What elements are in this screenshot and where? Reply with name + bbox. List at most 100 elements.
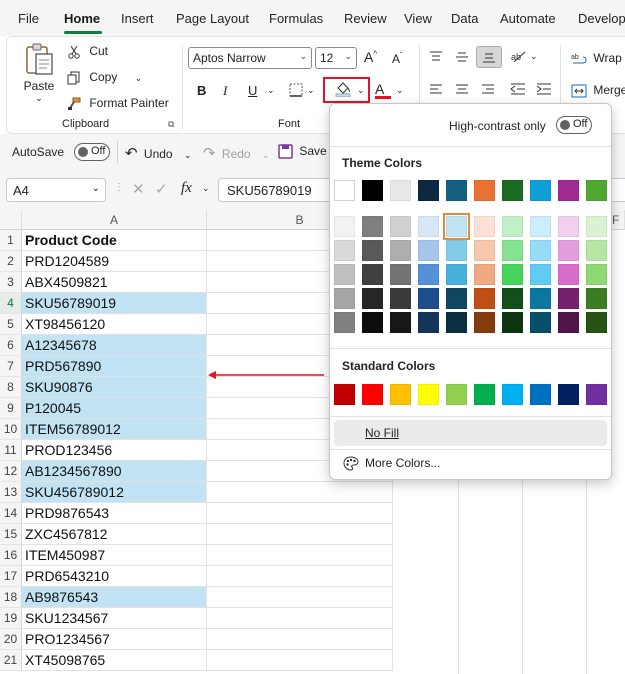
row-header[interactable]: 5 — [0, 314, 22, 335]
tab-view[interactable]: View — [404, 11, 432, 26]
high-contrast-toggle[interactable]: Off — [556, 116, 592, 134]
table-cell[interactable]: PRD9876543 — [22, 503, 207, 524]
table-cell[interactable]: ITEM56789012 — [22, 419, 207, 440]
color-swatch[interactable] — [418, 288, 439, 309]
table-cell[interactable]: XT98456120 — [22, 314, 207, 335]
color-swatch[interactable] — [390, 264, 411, 285]
merge-button[interactable]: Merge — [571, 83, 625, 98]
row-header[interactable]: 14 — [0, 503, 22, 524]
color-swatch[interactable] — [390, 240, 411, 261]
table-cell[interactable]: AB9876543 — [22, 587, 207, 608]
color-swatch[interactable] — [474, 240, 495, 261]
color-swatch[interactable] — [334, 264, 355, 285]
tab-insert[interactable]: Insert — [121, 11, 154, 26]
color-swatch[interactable] — [530, 240, 551, 261]
empty-cell[interactable] — [207, 545, 393, 566]
empty-cell[interactable] — [207, 608, 393, 629]
color-swatch[interactable] — [586, 384, 607, 405]
empty-cell[interactable] — [207, 587, 393, 608]
color-swatch[interactable] — [502, 384, 523, 405]
color-swatch[interactable] — [474, 216, 495, 237]
decrease-font-size-icon[interactable]: Aˇ — [392, 51, 403, 66]
color-swatch[interactable] — [443, 213, 470, 240]
color-swatch[interactable] — [362, 288, 383, 309]
row-header[interactable]: 4 — [0, 293, 22, 314]
column-header-f[interactable]: F — [612, 210, 625, 230]
empty-cell[interactable] — [207, 650, 393, 671]
align-bottom-button[interactable] — [476, 46, 502, 68]
tab-file[interactable]: File — [18, 11, 39, 26]
color-swatch[interactable] — [418, 240, 439, 261]
table-cell[interactable]: SKU90876 — [22, 377, 207, 398]
no-fill-option[interactable]: No Fill — [334, 420, 607, 446]
decrease-indent-icon[interactable] — [510, 83, 526, 98]
cancel-icon[interactable]: ✕ — [132, 180, 145, 198]
align-left-icon[interactable] — [429, 83, 443, 98]
row-header[interactable]: 1 — [0, 230, 22, 251]
table-cell[interactable]: PRO1234567 — [22, 629, 207, 650]
chevron-down-icon[interactable]: ⌄ — [307, 85, 315, 96]
row-header[interactable]: 21 — [0, 650, 22, 671]
row-header[interactable]: 9 — [0, 398, 22, 419]
tab-formulas[interactable]: Formulas — [269, 11, 323, 26]
color-swatch[interactable] — [362, 180, 383, 201]
font-size-combo[interactable]: 12 ⌄ — [315, 47, 357, 69]
column-header-a[interactable]: A — [22, 210, 207, 230]
color-swatch[interactable] — [446, 288, 467, 309]
color-swatch[interactable] — [530, 384, 551, 405]
increase-indent-icon[interactable] — [536, 83, 552, 98]
redo-button[interactable]: ↷ Redo ⌄ — [203, 144, 270, 162]
color-swatch[interactable] — [418, 384, 439, 405]
select-all-corner[interactable] — [0, 210, 22, 230]
underline-button[interactable]: U — [248, 83, 257, 98]
table-cell[interactable]: AB1234567890 — [22, 461, 207, 482]
table-cell[interactable]: P120045 — [22, 398, 207, 419]
color-swatch[interactable] — [334, 288, 355, 309]
row-header[interactable]: 15 — [0, 524, 22, 545]
row-header[interactable]: 6 — [0, 335, 22, 356]
row-header[interactable]: 8 — [0, 377, 22, 398]
table-cell[interactable]: SKU1234567 — [22, 608, 207, 629]
table-cell[interactable]: XT45098765 — [22, 650, 207, 671]
color-swatch[interactable] — [586, 240, 607, 261]
row-header[interactable]: 20 — [0, 629, 22, 650]
tab-home[interactable]: Home — [64, 11, 100, 26]
table-cell[interactable]: PRD6543210 — [22, 566, 207, 587]
color-swatch[interactable] — [530, 216, 551, 237]
row-header[interactable]: 16 — [0, 545, 22, 566]
color-swatch[interactable] — [362, 264, 383, 285]
color-swatch[interactable] — [334, 180, 355, 201]
table-cell[interactable]: ZXC4567812 — [22, 524, 207, 545]
table-cell[interactable]: SKU56789019 — [22, 293, 207, 314]
color-swatch[interactable] — [390, 312, 411, 333]
color-swatch[interactable] — [474, 288, 495, 309]
empty-cell[interactable] — [207, 566, 393, 587]
color-swatch[interactable] — [446, 384, 467, 405]
color-swatch[interactable] — [446, 312, 467, 333]
color-swatch[interactable] — [390, 384, 411, 405]
align-center-icon[interactable] — [455, 83, 469, 98]
color-swatch[interactable] — [334, 216, 355, 237]
align-right-icon[interactable] — [481, 83, 495, 98]
color-swatch[interactable] — [586, 288, 607, 309]
empty-cell[interactable] — [207, 482, 393, 503]
name-box[interactable]: A4 ⌄ — [6, 178, 106, 202]
color-swatch[interactable] — [334, 312, 355, 333]
color-swatch[interactable] — [474, 312, 495, 333]
enter-icon[interactable]: ✓ — [155, 180, 168, 198]
dialog-launcher-icon[interactable]: ⧉ — [168, 119, 174, 130]
insert-function-button[interactable]: fx — [181, 180, 192, 197]
color-swatch[interactable] — [502, 312, 523, 333]
header-cell[interactable]: Product Code — [22, 230, 207, 251]
table-cell[interactable]: PRD1204589 — [22, 251, 207, 272]
row-header[interactable]: 2 — [0, 251, 22, 272]
autosave-toggle[interactable]: Off — [74, 143, 110, 161]
row-header[interactable]: 19 — [0, 608, 22, 629]
table-cell[interactable]: PROD123456 — [22, 440, 207, 461]
color-swatch[interactable] — [474, 384, 495, 405]
empty-cell[interactable] — [207, 524, 393, 545]
color-swatch[interactable] — [446, 180, 467, 201]
color-swatch[interactable] — [558, 216, 579, 237]
empty-cell[interactable] — [207, 629, 393, 650]
table-cell[interactable]: ABX4509821 — [22, 272, 207, 293]
